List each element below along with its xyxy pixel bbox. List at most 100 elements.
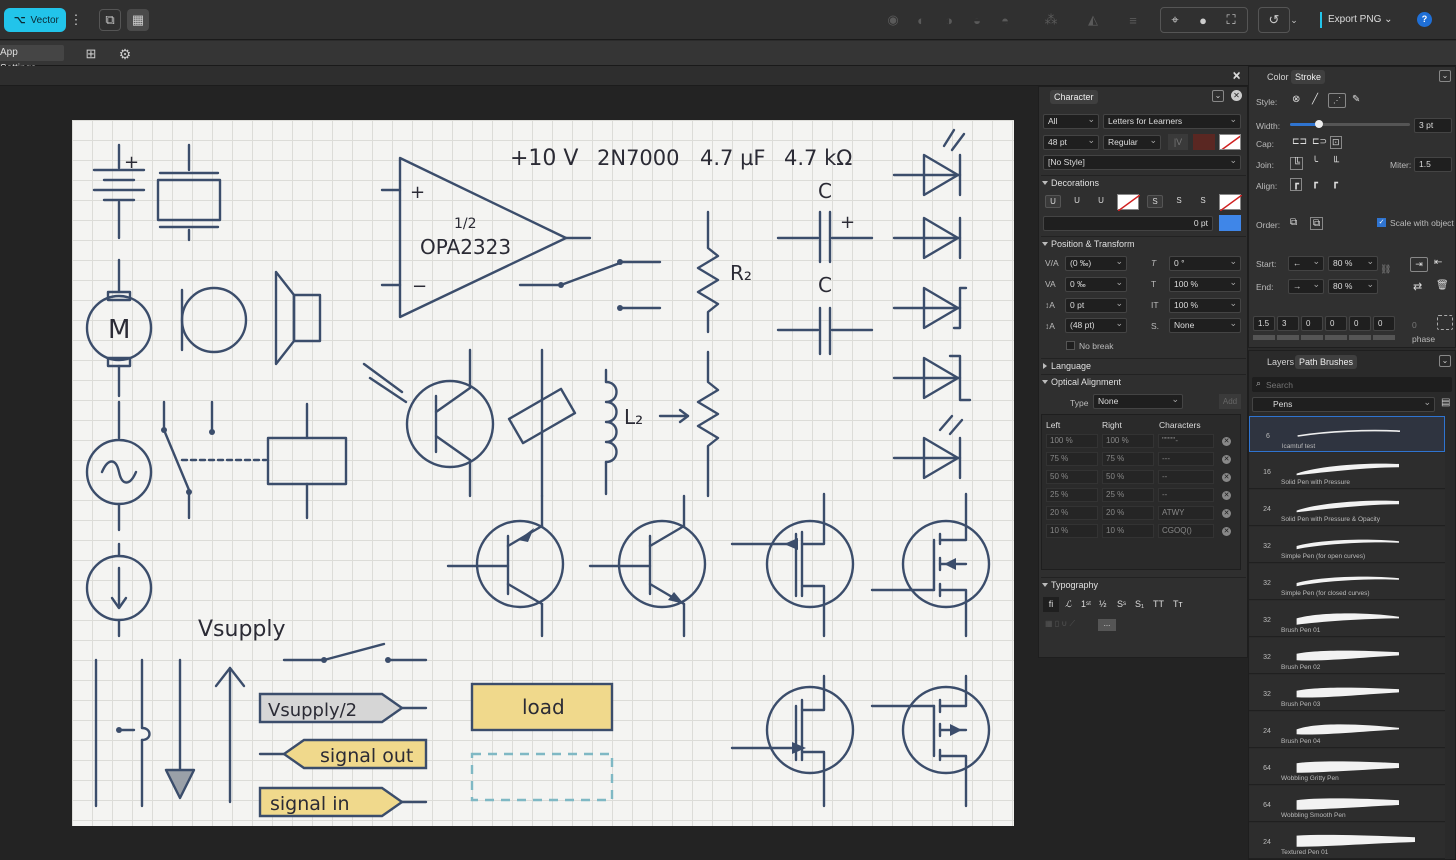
- arrow-position2-icon[interactable]: ⇤: [1434, 257, 1442, 268]
- strikethrough-icon[interactable]: S: [1147, 195, 1163, 208]
- butt-cap-icon[interactable]: ⊏⊐: [1292, 136, 1307, 147]
- export-persona-icon[interactable]: ▦: [127, 9, 149, 31]
- delete-arrows-icon[interactable]: 🗑: [1436, 280, 1449, 291]
- dash-slider[interactable]: [1301, 335, 1323, 340]
- dash-slider[interactable]: [1325, 335, 1347, 340]
- end-arrow-select[interactable]: →: [1288, 278, 1324, 294]
- strike-variant2-icon[interactable]: S: [1195, 195, 1211, 208]
- boolean-add-icon[interactable]: ◉: [882, 9, 904, 31]
- dash-balance-icon[interactable]: [1437, 315, 1453, 330]
- tracking-field[interactable]: 0 ‰: [1065, 276, 1127, 292]
- assistant-dropdown-icon[interactable]: ⌄: [1288, 9, 1300, 31]
- font-weight-select[interactable]: Regular: [1103, 134, 1161, 150]
- language-section[interactable]: Language: [1041, 358, 1246, 373]
- no-break-checkbox[interactable]: [1066, 341, 1075, 350]
- brush-item[interactable]: 32 Simple Pen (for open curves): [1249, 527, 1445, 563]
- round-join-icon[interactable]: ╰: [1312, 157, 1318, 168]
- flip-icon[interactable]: ◭: [1082, 9, 1104, 31]
- export-png-button[interactable]: Export PNG ⌄: [1320, 12, 1393, 28]
- width-slider-knob[interactable]: [1314, 120, 1323, 128]
- boolean-divide-icon[interactable]: ◓: [994, 9, 1016, 31]
- assistant-icon[interactable]: ↺: [1263, 9, 1285, 31]
- join-curves-icon[interactable]: ⁂: [1040, 9, 1062, 31]
- brush-item[interactable]: 24 Textured Pen 01: [1249, 823, 1445, 859]
- decorations-section[interactable]: Decorations: [1041, 175, 1246, 190]
- width-field[interactable]: 3 pt: [1414, 118, 1452, 133]
- strike-variant-icon[interactable]: S: [1171, 195, 1187, 208]
- start-arrow-select[interactable]: ←: [1288, 255, 1324, 271]
- solid-line-style-icon[interactable]: ╱: [1312, 94, 1318, 105]
- font-family-select[interactable]: Letters for Learners: [1103, 113, 1241, 129]
- text-style-select[interactable]: [No Style]: [1043, 154, 1241, 170]
- pixel-persona-icon[interactable]: ⧉: [99, 9, 121, 31]
- transform-origin-icon[interactable]: ⌖: [1164, 9, 1186, 31]
- brush-item[interactable]: 24 Solid Pen with Pressure & Opacity: [1249, 490, 1445, 526]
- dash-slider[interactable]: [1277, 335, 1299, 340]
- link-scale-icon[interactable]: ⛓: [1380, 264, 1391, 275]
- remove-row-icon[interactable]: ✕: [1222, 527, 1231, 536]
- dash-field[interactable]: 0: [1325, 316, 1347, 331]
- brush-item[interactable]: 24 Brush Pen 04: [1249, 712, 1445, 748]
- optical-row[interactable]: 50 % 50 % -- ✕: [1044, 469, 1244, 486]
- brush-item[interactable]: 6 lcamtuf test: [1249, 416, 1445, 452]
- brush-item[interactable]: 32 Brush Pen 02: [1249, 638, 1445, 674]
- underline-variant-icon[interactable]: U: [1093, 195, 1109, 208]
- optical-row[interactable]: 10 % 10 % CGOQ() ✕: [1044, 523, 1244, 540]
- shear-field[interactable]: 0 °: [1169, 255, 1241, 271]
- kerning-field[interactable]: (0 ‰): [1065, 255, 1127, 271]
- bevel-join-icon[interactable]: ╙: [1332, 157, 1339, 168]
- remove-row-icon[interactable]: ✕: [1222, 437, 1231, 446]
- arrow-position-icon[interactable]: ⇥: [1410, 257, 1428, 272]
- tab-layers[interactable]: Layers: [1263, 355, 1298, 369]
- brush-category-menu-icon[interactable]: ▤: [1441, 397, 1450, 408]
- boolean-subtract-icon[interactable]: ◐: [910, 9, 932, 31]
- leading-field[interactable]: (48 pt): [1065, 317, 1127, 333]
- optical-row[interactable]: 75 % 75 % --- ✕: [1044, 451, 1244, 468]
- miter-join-icon[interactable]: ╚: [1290, 157, 1304, 170]
- dash-field[interactable]: 0: [1349, 316, 1371, 331]
- panel-close-icon[interactable]: ✕: [1231, 90, 1242, 101]
- grid-icon[interactable]: ⊞: [80, 43, 102, 65]
- brush-item[interactable]: 32 Brush Pen 01: [1249, 601, 1445, 637]
- panel-menu-icon[interactable]: ⌄: [1212, 90, 1224, 102]
- brushes-menu-icon[interactable]: ⌄: [1439, 355, 1451, 367]
- brush-category-select[interactable]: Pens: [1252, 396, 1435, 412]
- tab-color[interactable]: Color: [1263, 70, 1293, 84]
- small-caps-icon[interactable]: Tт: [1173, 599, 1183, 609]
- font-size-field[interactable]: 48 pt: [1043, 134, 1099, 150]
- stroke-front-icon[interactable]: ⧉: [1310, 217, 1324, 230]
- optical-alignment-section[interactable]: Optical Alignment: [1041, 374, 1246, 389]
- align-center-icon[interactable]: ┏: [1290, 178, 1303, 191]
- dash-field[interactable]: 0: [1373, 316, 1395, 331]
- dash-slider[interactable]: [1349, 335, 1371, 340]
- brush-search[interactable]: ⌕: [1252, 377, 1452, 392]
- settings-gear-icon[interactable]: ⚙: [114, 43, 136, 65]
- remove-row-icon[interactable]: ✕: [1222, 509, 1231, 518]
- boolean-intersect-icon[interactable]: ◑: [938, 9, 960, 31]
- underline-icon[interactable]: U: [1045, 195, 1061, 208]
- boolean-xor-icon[interactable]: ◒: [966, 9, 988, 31]
- position-transform-section[interactable]: Position & Transform: [1041, 236, 1246, 251]
- stroke-behind-icon[interactable]: ⧉: [1290, 217, 1297, 228]
- tab-stroke[interactable]: Stroke: [1291, 70, 1326, 84]
- width-slider[interactable]: [1290, 120, 1410, 128]
- round-cap-icon[interactable]: ⊏⊃: [1312, 136, 1327, 147]
- snapping-icon[interactable]: ●: [1192, 9, 1214, 31]
- text-stroke-swatch[interactable]: [1219, 134, 1241, 150]
- horizontal-scale-field[interactable]: 100 %: [1169, 297, 1241, 313]
- panel-close-x-icon[interactable]: ✕: [1232, 70, 1241, 83]
- dash-field[interactable]: 0: [1301, 316, 1323, 331]
- decoration-blue-swatch[interactable]: [1219, 215, 1241, 231]
- brush-item[interactable]: 32 Simple Pen (for closed curves): [1249, 564, 1445, 600]
- brush-item[interactable]: 64 Wobbling Gritty Pen: [1249, 749, 1445, 785]
- square-cap-icon[interactable]: ⊡: [1330, 136, 1342, 149]
- strike-color-swatch[interactable]: [1219, 194, 1243, 212]
- dash-field[interactable]: 3: [1277, 316, 1299, 331]
- brush-style-icon[interactable]: ✎: [1352, 94, 1360, 105]
- typography-more-button[interactable]: ...: [1098, 619, 1116, 631]
- text-fill-swatch[interactable]: [1193, 134, 1215, 150]
- optical-type-select[interactable]: None: [1093, 393, 1183, 409]
- ligatures-icon[interactable]: ﬁ: [1043, 597, 1059, 612]
- crop-icon[interactable]: ⛶: [1220, 9, 1242, 31]
- dash-field[interactable]: 1.5: [1253, 316, 1275, 331]
